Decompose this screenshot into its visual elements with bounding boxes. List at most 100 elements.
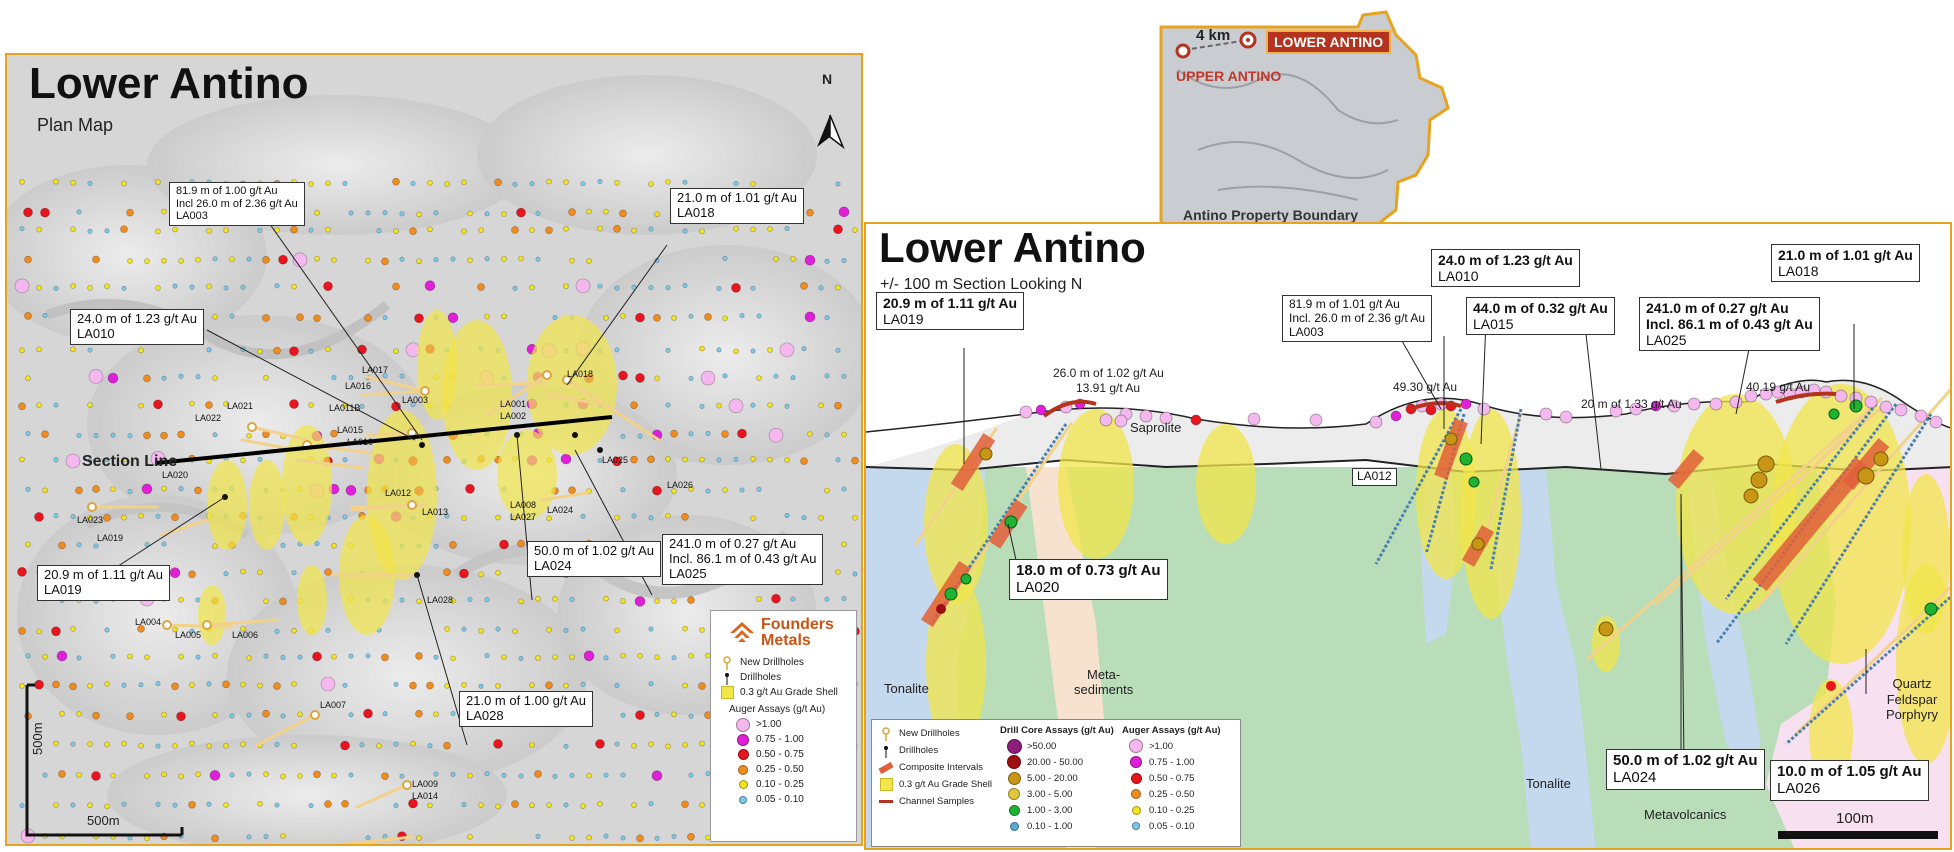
annotation-channel-a: 26.0 m of 1.02 g/t Au	[1053, 366, 1164, 380]
plan-auger-legend-list: >1.00 0.75 - 1.00 0.50 - 0.75 0.25 - 0.50 0.…	[735, 717, 848, 807]
drillhole-icon	[878, 744, 894, 758]
legend-class-row: >1.00	[1128, 738, 1234, 754]
drillhole-label: LA010	[347, 437, 374, 447]
drillhole-label: LA006	[232, 630, 259, 640]
section-title: Lower Antino	[879, 224, 1146, 271]
section-callout-la025: 241.0 m of 0.27 g/t Au Incl. 86.1 m of 0…	[1639, 297, 1820, 352]
callout-la025: 241.0 m of 0.27 g/t Au Incl. 86.1 m of 0…	[662, 534, 824, 585]
legend-new-drillholes: New Drillholes	[740, 657, 804, 668]
drillhole-label: LA009	[412, 779, 439, 789]
annotation-point-b: 40.19 g/t Au	[1746, 380, 1811, 394]
section-callout-la012: LA012	[1352, 468, 1397, 486]
legend-class-swatch	[735, 793, 751, 807]
section-legend: New Drillholes Drillholes Composite Inte…	[871, 719, 1241, 847]
upper-antino-marker	[1175, 43, 1191, 59]
drillhole-label: LA020	[162, 470, 189, 480]
drillhole-label: LA007	[320, 700, 347, 710]
drillhole-label: LA005	[175, 630, 202, 640]
legend-class-row: 0.05 - 0.10	[1128, 818, 1234, 834]
section-legend-symbols: New Drillholes Drillholes Composite Inte…	[878, 725, 1000, 841]
section-callout-la018: 21.0 m of 1.01 g/t Au LA018	[1771, 244, 1920, 283]
legend-class-swatch	[735, 717, 751, 732]
legend-class-swatch	[1006, 738, 1022, 754]
section-auger-legend-list: >1.00 0.75 - 1.00 0.50 - 0.75 0.25 - 0.50 0.…	[1128, 738, 1234, 834]
plan-legend: Founders Metals New Drillholes Drillhole…	[710, 610, 857, 842]
legend-auger-title: Auger Assays (g/t Au)	[729, 704, 826, 715]
callout-la010: 24.0 m of 1.23 g/t Au LA010	[70, 309, 204, 345]
new-drillhole-icon	[719, 655, 735, 670]
annotation-point-a: 49.30 g/t Au	[1393, 380, 1458, 394]
legend-drillholes: Drillholes	[740, 672, 782, 683]
annotation-channel-c: 20 m of 1.33 g/t Au	[1581, 397, 1682, 411]
section-callout-la026: 10.0 m of 1.05 g/t Au LA026	[1770, 760, 1929, 801]
legend-class-swatch	[1006, 787, 1022, 801]
drillhole-label: LA001	[500, 399, 527, 409]
inset-map: 4 km LOWER ANTINO UPPER ANTINO Antino Pr…	[1158, 10, 1493, 235]
legend-class-row: >1.00	[735, 717, 848, 732]
legend-class-row: >50.00	[1006, 738, 1122, 754]
legend-class-label: 0.50 - 0.75	[756, 749, 804, 760]
channel-sample-icon	[878, 795, 894, 809]
section-legend-core: Drill Core Assays (g/t Au) >50.00 20.00 -…	[1000, 725, 1122, 841]
legend-class-row: 0.75 - 1.00	[735, 732, 848, 747]
section-callout-la024: 50.0 m of 1.02 g/t Au LA024	[1606, 749, 1765, 790]
legend-class-swatch	[735, 748, 751, 762]
legend-class-label: 0.10 - 1.00	[1027, 820, 1073, 832]
drillhole-label: LA028	[427, 595, 454, 605]
drillhole-label: LA002	[500, 411, 527, 421]
legend-class-label: >1.00	[1149, 740, 1174, 752]
legend-class-swatch	[1128, 803, 1144, 817]
scale-h-label: 500m	[87, 813, 120, 828]
section-callout-la003: 81.9 m of 1.01 g/t Au Incl. 26.0 m of 2.…	[1282, 295, 1433, 343]
legend-class-swatch	[1006, 803, 1022, 817]
drillhole-label: LA025	[602, 455, 629, 465]
legend-class-swatch	[1128, 819, 1144, 833]
drillhole-icon	[719, 671, 735, 685]
section-callout-la019: 20.9 m of 1.11 g/t Au LA019	[876, 292, 1025, 331]
unit-metavolcanics: Metavolcanics	[1644, 807, 1727, 822]
drillhole-label: LA013	[422, 507, 449, 517]
legend-class-label: 5.00 - 20.00	[1027, 772, 1078, 784]
legend-class-row: 3.00 - 5.00	[1006, 786, 1122, 802]
legend-class-label: 3.00 - 5.00	[1027, 788, 1073, 800]
legend-class-label: >50.00	[1027, 740, 1057, 752]
composite-interval-icon	[878, 761, 894, 775]
legend-class-swatch	[735, 763, 751, 777]
legend-class-swatch	[1006, 755, 1022, 769]
section-legend-auger: Auger Assays (g/t Au) >1.00 0.75 - 1.00 0.…	[1122, 725, 1234, 841]
distance-label: 4 km	[1196, 27, 1231, 44]
scale-v-label: 500m	[30, 722, 45, 755]
legend-class-swatch	[1128, 739, 1144, 753]
legend-class-swatch	[1006, 819, 1022, 833]
legend-class-row: 0.10 - 0.25	[1128, 802, 1234, 818]
unit-metasediments: Meta- sediments	[1074, 667, 1134, 697]
drillhole-label: LA012	[385, 488, 412, 498]
section-callout-la015: 44.0 m of 0.32 g/t Au LA015	[1466, 297, 1615, 336]
legend-class-swatch	[1006, 771, 1022, 785]
drillhole-label: LA003	[402, 395, 429, 405]
legend-class-row: 0.05 - 0.10	[735, 792, 848, 807]
drillhole-label: LA019	[97, 533, 124, 543]
section-callout-la020: 18.0 m of 0.73 g/t Au LA020	[1009, 559, 1168, 600]
legend-class-label: 0.50 - 0.75	[1149, 772, 1195, 784]
founders-logo-icon	[730, 622, 754, 642]
unit-saprolite: Saprolite	[1130, 420, 1182, 435]
legend-class-swatch	[735, 733, 751, 747]
grade-shell-icon	[719, 686, 735, 700]
unit-qfp: Quartz Feldspar Porphyry	[1886, 676, 1939, 723]
legend-class-label: 0.75 - 1.00	[756, 734, 804, 745]
legend-class-label: 0.05 - 0.10	[756, 794, 804, 805]
legend-class-row: 20.00 - 50.00	[1006, 754, 1122, 770]
new-drillhole-icon	[878, 726, 894, 741]
drillhole-label: LA015	[337, 425, 364, 435]
drillhole-label: LA004	[135, 617, 162, 627]
drillhole-label: LA021	[227, 401, 254, 411]
legend-class-label: 0.25 - 0.50	[756, 764, 804, 775]
legend-class-label: 0.10 - 0.25	[756, 779, 804, 790]
legend-class-label: 0.25 - 0.50	[1149, 788, 1195, 800]
grade-shell-icon	[878, 778, 894, 792]
callout-la024: 50.0 m of 1.02 g/t Au LA024	[527, 541, 661, 577]
callout-la019: 20.9 m of 1.11 g/t Au LA019	[37, 565, 171, 601]
callout-la003: 81.9 m of 1.00 g/t Au Incl 26.0 m of 2.3…	[169, 182, 305, 226]
drillhole-label: LA024	[547, 505, 574, 515]
